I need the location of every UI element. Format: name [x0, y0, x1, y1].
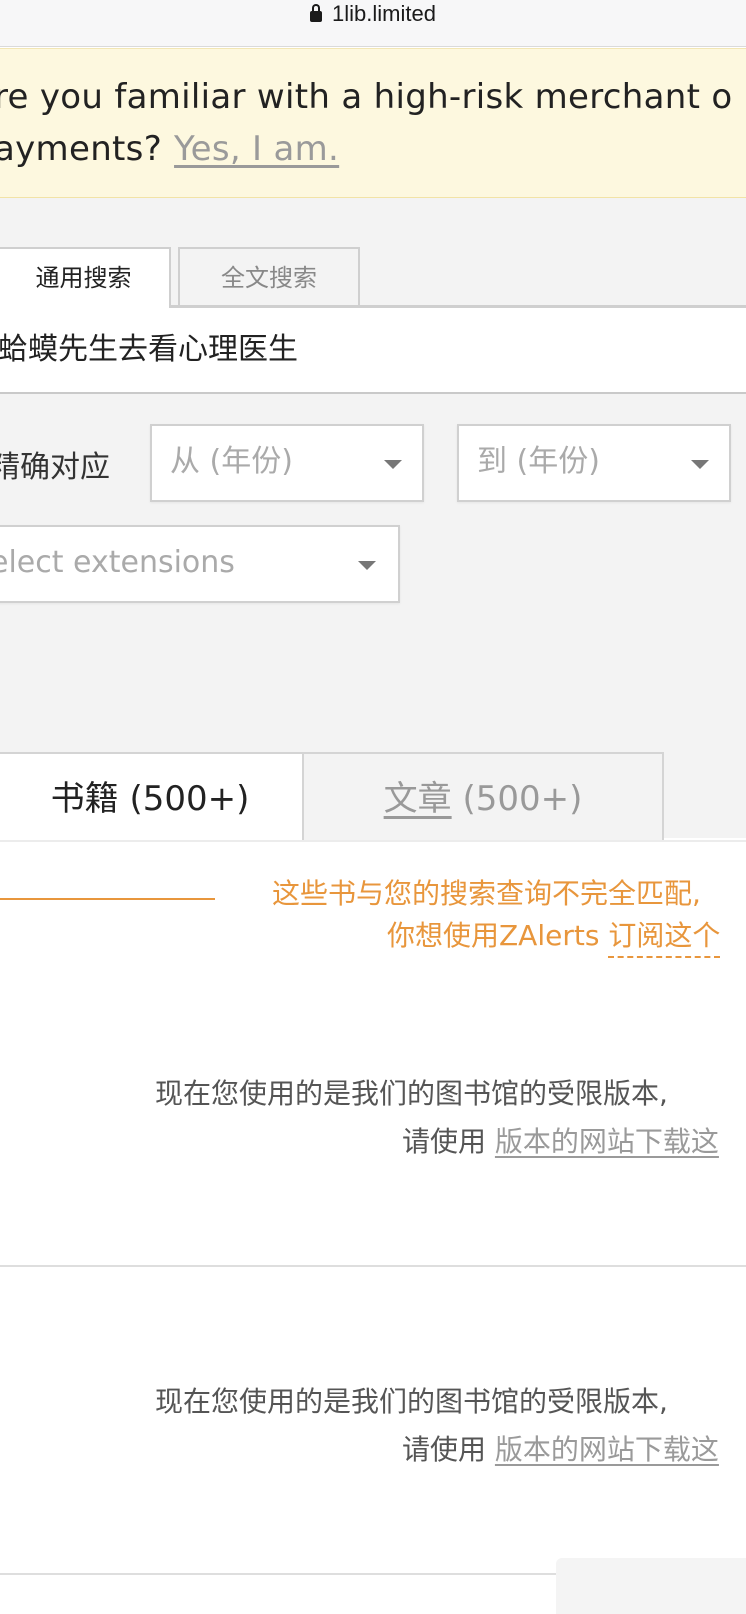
promo-banner: re you familiar with a high-risk merchan… — [0, 48, 746, 199]
chevron-down-icon — [384, 460, 402, 469]
full-version-link[interactable]: 版本的网站下载这 — [495, 1433, 719, 1466]
zalerts-notice: 你想使用ZAlerts 订阅这个 — [387, 914, 721, 958]
chevron-down-icon — [691, 460, 709, 469]
restricted-notice-line1: 现在您使用的是我们的图书馆的受限版本, — [155, 1077, 668, 1110]
year-from-placeholder: 从 (年份) — [170, 444, 293, 479]
tab-books-label: 书籍 — [50, 779, 119, 819]
lock-icon — [310, 4, 323, 22]
tab-fulltext-search[interactable]: 全文搜索 — [178, 247, 360, 305]
restricted-text: 请使用 — [402, 1125, 487, 1158]
chevron-down-icon — [358, 561, 376, 570]
url-text: 1lib.limited — [332, 1, 436, 26]
url-display[interactable]: 1lib.limited — [0, 0, 746, 28]
year-from-select[interactable]: 从 (年份) — [150, 424, 424, 502]
notice-rule — [0, 898, 215, 900]
results-divider — [0, 840, 746, 842]
tab-general-search[interactable]: 通用搜索 — [0, 247, 171, 308]
exact-match-label[interactable]: 精确对应 — [0, 442, 110, 486]
zalerts-text: 你想使用ZAlerts — [387, 919, 600, 952]
full-version-link[interactable]: 版本的网站下载这 — [495, 1125, 719, 1158]
partial-match-notice: 这些书与您的搜索查询不完全匹配, — [272, 877, 701, 910]
tab-books-count: (500+) — [129, 779, 250, 819]
bottom-overlay-box — [556, 1558, 746, 1614]
extensions-placeholder: elect extensions — [0, 545, 235, 580]
browser-url-bar[interactable]: 1lib.limited — [0, 0, 746, 47]
tab-articles[interactable]: 文章 (500+) — [302, 752, 664, 840]
tab-articles-count: (500+) — [462, 779, 583, 819]
year-to-select[interactable]: 到 (年份) — [457, 424, 731, 502]
zalerts-subscribe-link[interactable]: 订阅这个 — [608, 919, 721, 958]
banner-text-line2: ayments? Yes, I am. — [0, 129, 339, 169]
tab-books[interactable]: 书籍 (500+) — [0, 752, 304, 842]
page: 1lib.limited re you familiar with a high… — [0, 0, 746, 1614]
banner-confirm-link[interactable]: Yes, I am. — [174, 129, 339, 169]
banner-question: ayments? — [0, 129, 163, 169]
restricted-notice-line1: 现在您使用的是我们的图书馆的受限版本, — [155, 1385, 668, 1418]
restricted-notice-line2: 请使用 版本的网站下载这 — [402, 1428, 719, 1468]
search-input[interactable]: 蛤蟆先生去看心理医生 — [0, 308, 746, 394]
tab-articles-label: 文章 — [383, 779, 452, 819]
banner-text-line1: re you familiar with a high-risk merchan… — [0, 77, 733, 117]
restricted-text: 请使用 — [402, 1433, 487, 1466]
restricted-notice-line2: 请使用 版本的网站下载这 — [402, 1120, 719, 1160]
extensions-select[interactable]: elect extensions — [0, 525, 400, 603]
year-to-placeholder: 到 (年份) — [477, 444, 600, 479]
result-divider — [0, 1265, 746, 1267]
